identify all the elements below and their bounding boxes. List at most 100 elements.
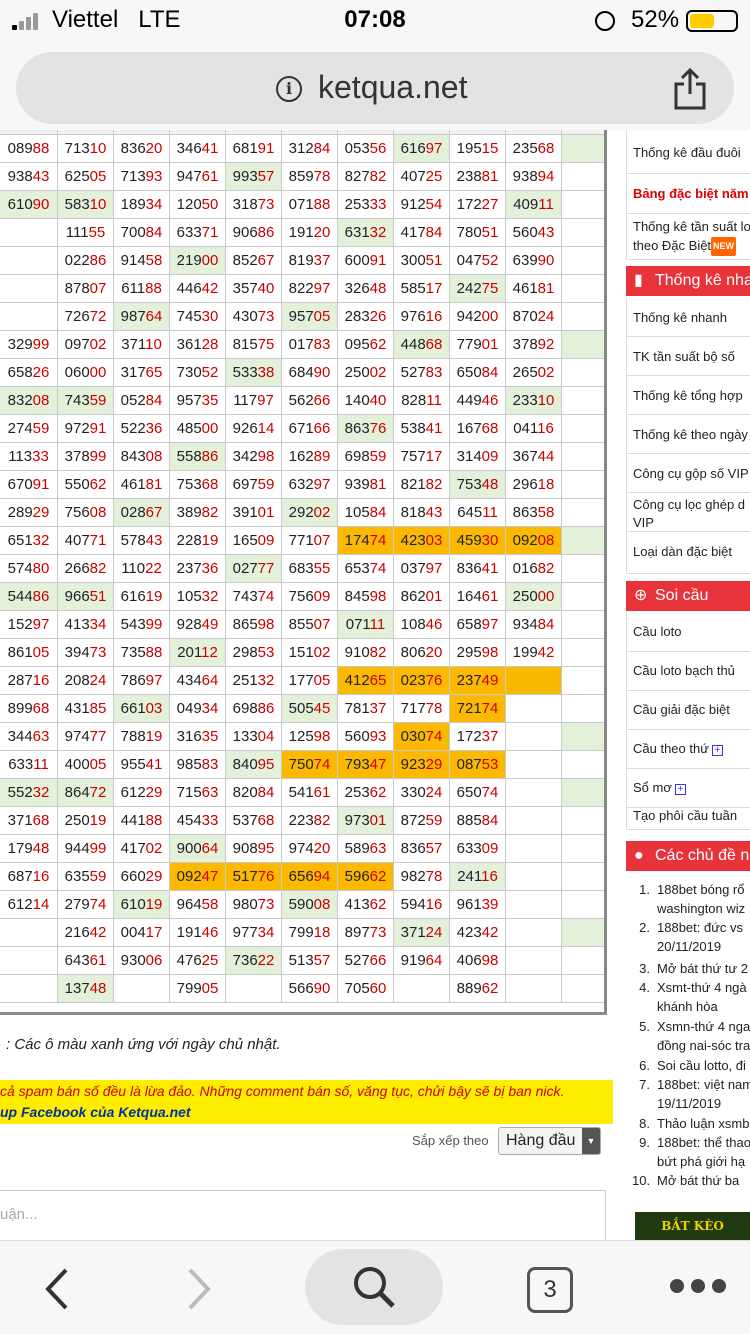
rotation-lock-icon [595,11,615,31]
sort-label: Sắp xếp theo [412,1133,489,1148]
sidebar-item[interactable]: Loại dàn đặc biệt [626,532,750,574]
topic-title: 20/11/2019 [657,939,722,954]
sidebar: Thống kê đầu đuôi Bảng đặc biệt năm Thống … [626,130,750,1240]
topic-title: washington wiz [657,901,746,916]
sidebar-item-label: Cầu loto bạch thủ [633,663,735,678]
sidebar-item-label: Công cụ lọc ghép d [633,497,746,512]
topic-number: 5. [639,1019,650,1034]
topics-section-header: ● Các chủ đề n [626,841,750,871]
sidebar-item-label: Cầu theo thứ + [633,741,750,756]
sidebar-item-label: TK tần suất bộ số [633,349,735,364]
grid-border [0,130,607,1015]
sidebar-item[interactable]: Thống kê theo ngày [626,415,750,454]
topic-title: 188bet: thể thao [657,1135,750,1150]
sidebar-item[interactable]: Sổ mơ + [626,769,750,808]
topic-title: Mở bát thứ ba [657,1173,740,1188]
sidebar-item[interactable]: Bảng đặc biệt năm [626,174,750,214]
topic-title: Xsmt-thứ 4 ngà [657,980,747,995]
topic-title: Thảo luận xsmb [657,1116,750,1131]
topic-title: Mở bát thứ tư 2 [657,961,748,976]
topic-number: 10. [632,1173,651,1188]
sidebar-item-label: VIP [633,515,654,530]
url-bar: i ketqua.net [0,42,750,130]
new-badge: NEW [711,237,737,256]
sidebar-item[interactable]: Công cụ lọc ghép d VIP [626,493,750,532]
topic-title: Soi cầu lotto, đi [657,1058,746,1073]
topic-title: 188bet bóng rổ [657,882,745,897]
topic-title: 19/11/2019 [657,1096,722,1111]
browser-toolbar: 3 [0,1240,750,1334]
topic-title: 188bet: đức vs [657,920,744,935]
chevron-down-icon: ▼ [582,1128,600,1154]
sidebar-item[interactable]: Cầu theo thứ + [626,730,750,769]
topic-title: khánh hòa [657,999,718,1014]
topic-number: 1. [639,882,650,897]
sidebar-item-label: theo Đặc Biệt NEW [633,236,750,256]
sidebar-item[interactable]: Cầu loto [626,613,750,652]
topic-number: 2. [639,920,650,935]
sidebar-item-label: Thống kê nhanh [633,310,727,325]
search-plus-icon: ⊕ [634,587,648,604]
sidebar-item-label: Sổ mơ + [633,780,750,795]
share-icon[interactable] [672,66,708,110]
section-title: Các chủ đề n [655,847,750,864]
bar-chart-icon: ▮ [634,272,643,289]
battery-percent: 52% [631,6,680,33]
sidebar-item-label: Loại dàn đặc biệt [633,544,733,559]
users-icon: ● [634,847,644,864]
sort-select[interactable]: Hàng đầu ▼ [498,1127,601,1155]
topic-number: 6. [639,1058,650,1073]
expand-icon[interactable]: + [674,784,686,795]
info-icon[interactable]: i [276,76,302,102]
comment-input[interactable]: uận... [0,1190,606,1240]
topic-title: 188bet: việt nam [657,1077,750,1092]
stats-section-header: ▮ Thống kê nha [626,266,750,296]
sidebar-item-label: Tạo phôi cầu tuần [633,808,738,823]
url-host[interactable]: ketqua.net [318,69,467,106]
topic-title: đồng nai-sóc tra [657,1038,750,1053]
expand-icon[interactable]: + [711,745,723,756]
back-icon[interactable] [44,1267,70,1311]
sidebar-item[interactable]: TK tần suất bộ số [626,337,750,376]
ad-banner[interactable]: BẮT KÈO [635,1212,750,1240]
sidebar-item-label: Thống kê theo ngày [633,427,748,442]
page-content: 08988 71310 83620 34641 68191 31284 05356 61697… [0,130,750,1240]
battery-icon [686,10,738,32]
more-icon[interactable] [670,1279,726,1295]
sidebar-item[interactable]: Cầu loto bạch thủ [626,652,750,691]
topic-number: 8. [639,1116,650,1131]
sidebar-item-label: Bảng đặc biệt năm [633,186,749,201]
sidebar-item-label: Thống kê tổng hợp [633,388,743,403]
topic-number: 4. [639,980,650,995]
sidebar-item-label: Cầu loto [633,624,682,639]
comment-placeholder: uận... [0,1206,38,1223]
sidebar-item-label: Cầu giải đặc biệt [633,702,730,717]
sidebar-item-label: Thống kê đầu đuôi [633,145,741,160]
warning-text: cả spam bán số đều là lừa đảo. Những com… [0,1083,565,1099]
legend-note: : Các ô màu xanh ứng với ngày chủ nhật. [6,1036,281,1053]
sidebar-item[interactable]: Thống kê tổng hợp [626,376,750,415]
search-icon [354,1267,395,1308]
sidebar-item[interactable]: Cầu giải đặc biệt [626,691,750,730]
sidebar-item-label: Thống kê tần suất lo [633,219,750,234]
facebook-group-link[interactable]: up Facebook của Ketqua.net [0,1104,191,1120]
topic-title: bứt phá giới hạ [657,1154,746,1169]
topic-number: 7. [639,1077,650,1092]
search-button[interactable] [305,1249,443,1325]
soicau-section-header: ⊕ Soi cầu [626,581,750,611]
section-title: Thống kê nha [655,272,750,289]
topic-number: 9. [639,1135,650,1150]
sidebar-item[interactable]: Thống kê tần suất lo theo Đặc Biệt NEW [626,214,750,260]
topic-number: 3. [639,961,650,976]
status-bar: Viettel LTE 07:08 52% [0,0,750,42]
sidebar-item[interactable]: Thống kê đầu đuôi [626,130,750,174]
forward-icon[interactable] [186,1267,212,1311]
tabs-button[interactable]: 3 [527,1267,573,1313]
topic-title: Xsmn-thứ 4 nga [657,1019,750,1034]
warning-banner: cả spam bán số đều là lừa đảo. Những com… [0,1080,613,1124]
sidebar-item[interactable]: Công cụ gộp số VIP [626,454,750,493]
sidebar-item[interactable]: Tạo phôi cầu tuần [626,806,750,830]
section-title: Soi cầu [655,587,709,604]
sidebar-item-label: Công cụ gộp số VIP [633,466,749,481]
sidebar-item[interactable]: Thống kê nhanh [626,298,750,337]
